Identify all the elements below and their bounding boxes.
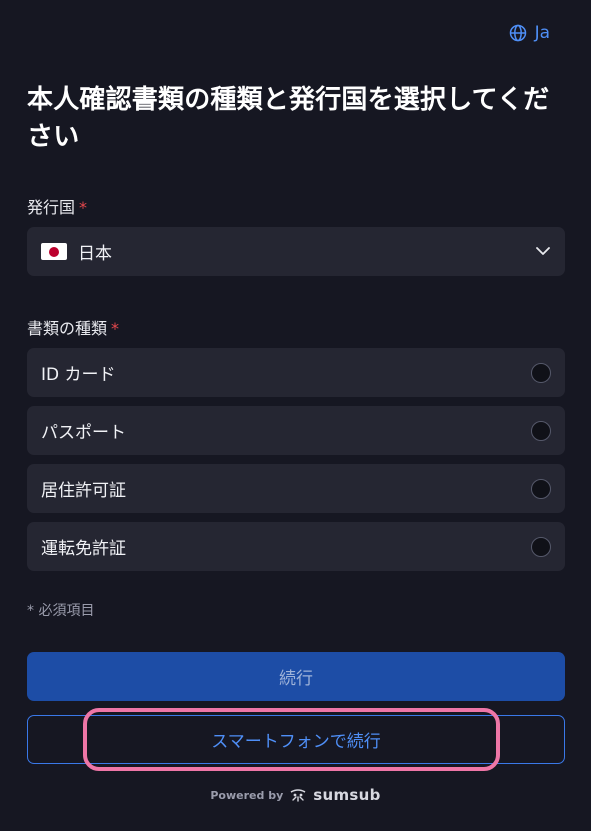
option-label: 運転免許証: [41, 539, 126, 559]
document-option-passport[interactable]: パスポート: [27, 406, 565, 455]
radio-button[interactable]: [531, 420, 551, 441]
country-select-value: 日本: [78, 244, 112, 264]
country-select[interactable]: 日本: [27, 227, 565, 276]
required-mark: *: [111, 319, 120, 338]
country-label: 発行国 *: [27, 194, 87, 218]
document-option-drivers-license[interactable]: 運転免許証: [27, 522, 565, 571]
radio-button[interactable]: [531, 478, 551, 499]
page: Ja 本人確認書類の種類と発行国を選択してください 発行国 * 日本 書類の種類 *…: [0, 0, 591, 831]
country-label-text: 発行国: [27, 198, 76, 217]
option-label: 居住許可証: [41, 481, 126, 501]
powered-by-footer: Powered by sumsub: [0, 786, 591, 804]
powered-by-text: Powered by: [210, 788, 284, 802]
page-title: 本人確認書類の種類と発行国を選択してください: [27, 85, 550, 152]
japan-flag-icon: [41, 243, 67, 260]
required-note-text: * 必須項目: [27, 603, 95, 619]
document-type-label-text: 書類の種類: [27, 319, 108, 338]
brand-name: sumsub: [313, 786, 381, 804]
language-label: Ja: [534, 23, 550, 43]
document-type-label: 書類の種類 *: [27, 315, 119, 339]
radio-button[interactable]: [531, 536, 551, 557]
required-note: * 必須項目: [27, 600, 94, 620]
continue-button[interactable]: 続行: [27, 652, 565, 701]
document-option-residence-permit[interactable]: 居住許可証: [27, 464, 565, 513]
continue-on-phone-button[interactable]: スマートフォンで続行: [27, 715, 565, 764]
language-selector[interactable]: Ja: [509, 23, 550, 43]
option-label: パスポート: [41, 423, 126, 443]
globe-icon: [509, 24, 526, 42]
document-option-id-card[interactable]: ID カード: [27, 348, 565, 397]
chevron-down-icon: [536, 247, 550, 255]
required-mark: *: [79, 198, 88, 217]
option-label: ID カード: [41, 365, 116, 385]
radio-button[interactable]: [531, 362, 551, 383]
sumsub-logo-icon: [290, 789, 306, 802]
